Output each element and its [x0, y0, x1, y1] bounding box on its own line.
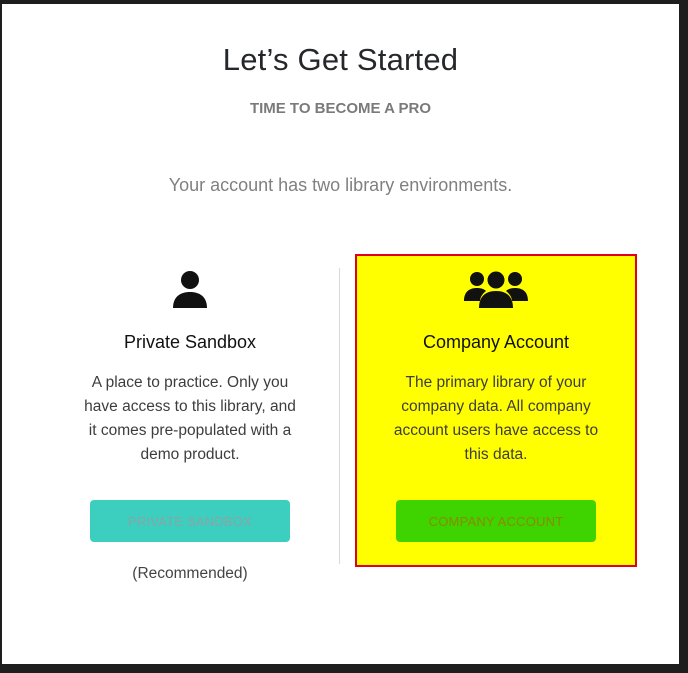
modal-dialog: Let’s Get Started TIME TO BECOME A PRO Y…	[2, 4, 679, 664]
users-group-icon	[464, 271, 528, 308]
intro-text: Your account has two library environment…	[168, 175, 513, 195]
company-title: Company Account	[422, 332, 570, 352]
sandbox-option: Private Sandbox A place to practice. Onl…	[80, 268, 300, 598]
sandbox-title: Private Sandbox	[123, 332, 257, 352]
recommended-note: (Recommended)	[132, 565, 248, 582]
user-icon	[173, 271, 207, 308]
sandbox-description: A place to practice. Only you have acces…	[84, 374, 296, 463]
page-title: Let’s Get Started	[222, 42, 459, 77]
divider	[339, 268, 340, 564]
company-account-button[interactable]: COMPANY ACCOUNT	[396, 500, 596, 542]
company-option: Company Account The primary library of y…	[355, 254, 637, 567]
private-sandbox-button[interactable]: PRIVATE SANDBOX	[90, 500, 290, 542]
page-subtitle: TIME TO BECOME A PRO	[249, 100, 432, 117]
company-description: The primary library of your company data…	[393, 374, 599, 463]
